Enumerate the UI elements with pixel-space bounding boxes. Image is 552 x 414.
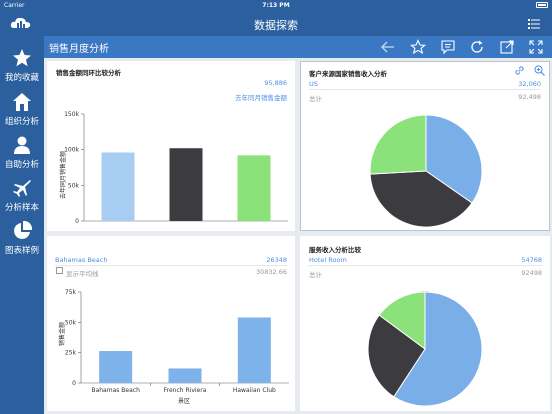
bar xyxy=(168,368,202,383)
page-title: 数据探索 xyxy=(254,19,298,32)
nav-bar: 数据探索 xyxy=(0,12,552,36)
person-icon xyxy=(14,136,30,154)
sidebar-item-chart-examples[interactable]: 图表样例 xyxy=(0,217,44,259)
y-tick-label: 25k xyxy=(65,350,77,357)
y-tick-label: 0 xyxy=(75,218,79,225)
sidebar-item-self-analysis[interactable]: 自助分析 xyxy=(0,131,44,173)
bar xyxy=(99,351,133,383)
refresh-icon[interactable] xyxy=(469,39,485,55)
y-tick-label: 50k xyxy=(65,319,77,326)
sidebar: 我的收藏 组织分析 自助分析 分析样本 图表样例 xyxy=(0,36,44,414)
source-pie-chart[interactable] xyxy=(301,62,549,230)
report-toolbar: 销售月度分析 xyxy=(44,36,552,58)
pie-slice xyxy=(369,114,427,175)
sidebar-item-org-analysis[interactable]: 组织分析 xyxy=(0,88,44,130)
y-tick-label: 150k xyxy=(64,111,79,118)
star-outline-icon[interactable] xyxy=(410,39,426,55)
bar xyxy=(101,152,135,221)
bar xyxy=(237,317,271,383)
sidebar-item-label: 自助分析 xyxy=(4,160,39,170)
y-tick-label: 75k xyxy=(65,289,77,296)
bar xyxy=(237,155,271,221)
scenic-bar-chart[interactable]: 0 25k 50k 75k Bahamas Beach French Riviera Haw… xyxy=(47,236,295,411)
sidebar-item-label: 组织分析 xyxy=(4,117,39,127)
share-icon[interactable] xyxy=(499,39,515,55)
customer-source-card[interactable]: 客户来源国家销售收入分析 US 32,060 总计 92,498 xyxy=(300,61,550,231)
sidebar-item-samples[interactable]: 分析样本 xyxy=(0,174,44,216)
report-title: 销售月度分析 xyxy=(49,44,109,55)
x-tick-label: Hawaiian Club xyxy=(233,387,276,394)
sidebar-item-label: 分析样本 xyxy=(4,203,39,213)
status-bar: Carrier 7:13 PM xyxy=(0,0,552,12)
x-tick-label: Bahamas Beach xyxy=(91,387,140,394)
x-tick-label: French Riviera xyxy=(164,387,207,394)
sidebar-item-label: 图表样例 xyxy=(4,246,39,256)
y-tick-label: 100k xyxy=(64,147,79,154)
comment-icon[interactable] xyxy=(440,39,456,55)
service-revenue-card[interactable]: 服务收入分析比较 Hotel Room 54768 总计 92498 xyxy=(300,236,550,411)
back-arrow-icon[interactable] xyxy=(380,39,396,55)
fullscreen-icon[interactable] xyxy=(528,39,544,55)
y-tick-label: 0 xyxy=(72,380,76,387)
monthly-sales-card[interactable]: 销售金额同环比较分析 95,886 去年同月销售金额 去年同月销售金额 0 50k… xyxy=(47,61,295,231)
monthly-bar-chart: 0 50k 100k 150k xyxy=(64,111,288,225)
airplane-icon xyxy=(13,180,31,197)
bar xyxy=(169,148,203,221)
clock: 7:13 PM xyxy=(262,2,290,9)
star-icon xyxy=(13,49,31,67)
sidebar-item-favorites[interactable]: 我的收藏 xyxy=(0,44,44,86)
home-icon xyxy=(13,93,31,111)
battery-icon xyxy=(536,2,548,8)
y-tick-label: 50k xyxy=(68,182,80,189)
sidebar-item-label: 我的收藏 xyxy=(4,73,39,83)
pie-chart-icon xyxy=(14,221,32,239)
service-pie-chart[interactable] xyxy=(300,236,548,411)
list-menu-icon[interactable] xyxy=(528,19,540,29)
scenic-sales-card[interactable]: Bahamas Beach 26348 显示平均线 30832.66 销售金额 … xyxy=(47,236,295,411)
